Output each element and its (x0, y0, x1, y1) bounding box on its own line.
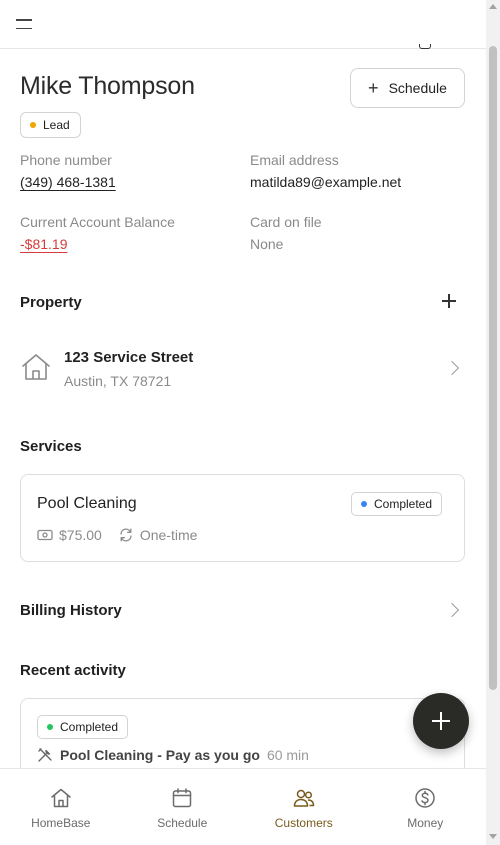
email-label: Email address (250, 152, 339, 168)
phone-label: Phone number (20, 152, 112, 168)
property-street: 123 Service Street (64, 349, 194, 366)
cash-icon (37, 529, 53, 541)
nav-item-label: Customers (274, 816, 333, 830)
service-frequency-value: One-time (139, 527, 198, 543)
balance-label: Current Account Balance (20, 214, 175, 230)
nav-item-schedule[interactable]: Schedule (122, 769, 244, 845)
menu-icon[interactable] (16, 14, 38, 34)
property-city: Austin, TX 78721 (64, 373, 172, 389)
nav-item-label: Money (407, 816, 444, 830)
scroll-up-arrow-icon[interactable] (489, 4, 497, 9)
property-section-title: Property (20, 294, 82, 311)
schedule-button[interactable]: + Schedule (350, 68, 465, 108)
nav-item-label: HomeBase (31, 816, 91, 830)
service-price-value: $75.00 (59, 527, 102, 543)
activity-title: Pool Cleaning - Pay as you go (60, 747, 260, 763)
home-icon (51, 788, 71, 808)
add-fab-button[interactable] (413, 693, 469, 749)
service-meta: $75.00 One-time (37, 527, 197, 543)
service-status-label: Completed (374, 497, 433, 511)
billing-history-row[interactable]: Billing History (20, 596, 465, 626)
partial-icon (419, 44, 431, 49)
nav-item-homebase[interactable]: HomeBase (0, 769, 122, 845)
nav-item-customers[interactable]: Customers (243, 769, 365, 845)
plus-icon: + (368, 78, 379, 98)
activity-line: Pool Cleaning - Pay as you go 60 min (37, 747, 309, 763)
scrollbar-thumb[interactable] (489, 46, 497, 690)
dollar-icon (415, 788, 435, 808)
status-dot-icon (30, 122, 36, 128)
activity-duration: 60 min (266, 747, 309, 763)
card-label: Card on file (250, 214, 322, 230)
services-section-title: Services (20, 438, 82, 455)
service-frequency: One-time (118, 527, 198, 543)
calendar-icon (173, 788, 192, 808)
service-card[interactable]: Pool Cleaning Completed $75.00 One-time (20, 474, 465, 562)
tools-icon (38, 748, 52, 762)
phone-link[interactable]: (349) 468-1381 (20, 174, 116, 190)
service-name: Pool Cleaning (37, 495, 137, 512)
status-dot-icon (361, 501, 367, 507)
activity-status-label: Completed (60, 720, 119, 734)
email-value: matilda89@example.net (250, 174, 402, 190)
activity-status-badge: Completed (37, 715, 129, 739)
repeat-icon (120, 528, 132, 542)
users-icon (293, 789, 314, 807)
service-price: $75.00 (37, 527, 102, 543)
property-row[interactable]: 123 Service Street Austin, TX 78721 (20, 340, 465, 396)
balance-link[interactable]: -$81.19 (20, 236, 67, 252)
scroll-down-arrow-icon[interactable] (489, 834, 497, 839)
nav-item-money[interactable]: Money (365, 769, 487, 845)
bottom-nav: HomeBase Schedule Customers Money (0, 768, 486, 845)
house-icon (22, 354, 50, 380)
nav-item-label: Schedule (157, 816, 208, 830)
chevron-right-icon (444, 360, 460, 376)
status-badge-label: Lead (43, 118, 70, 132)
status-dot-icon (47, 724, 53, 730)
add-property-icon[interactable] (439, 291, 459, 311)
service-status-badge: Completed (351, 492, 443, 516)
card-value: None (250, 236, 284, 252)
activity-section-title: Recent activity (20, 662, 126, 679)
schedule-button-label: Schedule (388, 80, 447, 96)
billing-section-title: Billing History (20, 602, 122, 619)
chevron-right-icon (444, 602, 460, 618)
scrollbar[interactable] (486, 0, 500, 845)
customer-name: Mike Thompson (20, 72, 195, 100)
status-badge: Lead (20, 112, 81, 138)
top-bar (0, 0, 486, 49)
